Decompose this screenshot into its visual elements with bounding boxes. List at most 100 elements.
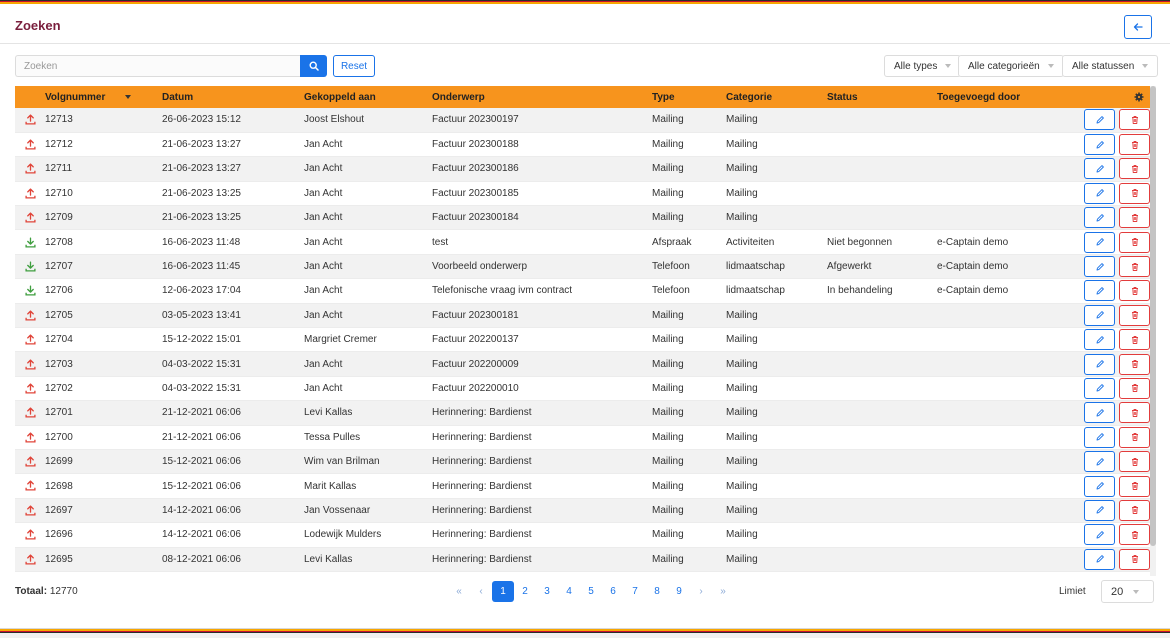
- row-toegevoegd-door: [937, 108, 1072, 132]
- page-button-6[interactable]: 6: [602, 581, 624, 602]
- column-header-toegevoegd-door[interactable]: Toegevoegd door: [937, 86, 1072, 108]
- edit-button[interactable]: [1084, 377, 1115, 399]
- page-button-9[interactable]: 9: [668, 581, 690, 602]
- edit-button[interactable]: [1084, 402, 1115, 424]
- delete-button[interactable]: [1119, 499, 1150, 521]
- edit-button[interactable]: [1084, 426, 1115, 448]
- row-status: [827, 303, 937, 327]
- column-header-gekoppeld-aan[interactable]: Gekoppeld aan: [304, 86, 432, 108]
- delete-button[interactable]: [1119, 426, 1150, 448]
- table-row[interactable]: 12705 03-05-2023 13:41 Jan Acht Factuur 202…: [15, 303, 1150, 328]
- next-page-button[interactable]: ›: [690, 581, 712, 602]
- edit-button[interactable]: [1084, 134, 1115, 156]
- edit-button[interactable]: [1084, 280, 1115, 302]
- edit-button[interactable]: [1084, 548, 1115, 570]
- delete-button[interactable]: [1119, 353, 1150, 375]
- table-row[interactable]: 12703 04-03-2022 15:31 Jan Acht Factuur 202…: [15, 351, 1150, 377]
- page-button-5[interactable]: 5: [580, 581, 602, 602]
- category-filter-select[interactable]: Alle categorieën: [958, 55, 1064, 77]
- trash-icon: [1131, 408, 1138, 417]
- edit-button[interactable]: [1084, 475, 1115, 497]
- column-header-categorie[interactable]: Categorie: [726, 86, 827, 108]
- page-button-1[interactable]: 1: [492, 581, 514, 602]
- page-button-3[interactable]: 3: [536, 581, 558, 602]
- status-filter-select[interactable]: Alle statussen: [1062, 55, 1159, 77]
- search-button[interactable]: [300, 55, 327, 77]
- page-button-7[interactable]: 7: [624, 581, 646, 602]
- delete-button[interactable]: [1119, 182, 1150, 204]
- table-row[interactable]: 12701 21-12-2021 06:06 Levi Kallas Herinner…: [15, 400, 1150, 426]
- table-row[interactable]: 12700 21-12-2021 06:06 Tessa Pulles Herinne…: [15, 425, 1150, 450]
- table-row[interactable]: 12711 21-06-2023 13:27 Jan Acht Factuur 202…: [15, 156, 1150, 182]
- row-onderwerp: Factuur 202200009: [432, 358, 519, 370]
- column-header-status[interactable]: Status: [827, 86, 937, 108]
- column-header-datum[interactable]: Datum: [162, 86, 304, 108]
- column-header-type[interactable]: Type: [652, 86, 726, 108]
- table-row[interactable]: 12707 16-06-2023 11:45 Jan Acht Voorbeeld o…: [15, 254, 1150, 279]
- table-row[interactable]: 12713 26-06-2023 15:12 Joost Elshout Factuu…: [15, 108, 1150, 133]
- delete-button[interactable]: [1119, 256, 1150, 278]
- search-input[interactable]: [15, 55, 301, 77]
- delete-button[interactable]: [1119, 475, 1150, 497]
- column-header-volgnummer[interactable]: Volgnummer: [45, 86, 162, 108]
- delete-button[interactable]: [1119, 329, 1150, 351]
- first-page-button[interactable]: «: [448, 581, 470, 602]
- delete-button[interactable]: [1119, 451, 1150, 473]
- page-button-8[interactable]: 8: [646, 581, 668, 602]
- edit-button[interactable]: [1084, 451, 1115, 473]
- delete-button[interactable]: [1119, 402, 1150, 424]
- edit-button[interactable]: [1084, 109, 1115, 131]
- reset-button[interactable]: Reset: [333, 55, 375, 77]
- back-button[interactable]: [1124, 15, 1152, 39]
- table-row[interactable]: 12697 14-12-2021 06:06 Jan Vossenaar Herinn…: [15, 498, 1150, 523]
- table-scrollbar-thumb[interactable]: [1150, 86, 1156, 546]
- prev-page-button[interactable]: ‹: [470, 581, 492, 602]
- column-settings-button[interactable]: [1072, 86, 1150, 108]
- table-row[interactable]: 12698 15-12-2021 06:06 Marit Kallas Herinne…: [15, 473, 1150, 499]
- delete-button[interactable]: [1119, 158, 1150, 180]
- delete-button[interactable]: [1119, 280, 1150, 302]
- table-row[interactable]: 12704 15-12-2022 15:01 Margriet Cremer Fact…: [15, 327, 1150, 352]
- edit-button[interactable]: [1084, 353, 1115, 375]
- edit-button[interactable]: [1084, 256, 1115, 278]
- table-row[interactable]: 12710 21-06-2023 13:25 Jan Acht Factuur 202…: [15, 181, 1150, 206]
- page-button-4[interactable]: 4: [558, 581, 580, 602]
- edit-button[interactable]: [1084, 329, 1115, 351]
- column-header-onderwerp[interactable]: Onderwerp: [432, 86, 652, 108]
- type-filter-select[interactable]: Alle types: [884, 55, 962, 77]
- table-row[interactable]: 12702 04-03-2022 15:31 Jan Acht Factuur 202…: [15, 376, 1150, 401]
- delete-button[interactable]: [1119, 207, 1150, 229]
- row-toegevoegd-door: [937, 498, 1072, 522]
- edit-button[interactable]: [1084, 231, 1115, 253]
- limit-select[interactable]: 20: [1101, 580, 1154, 603]
- table-row[interactable]: 12695 08-12-2021 06:06 Levi Kallas Herinner…: [15, 547, 1150, 572]
- table-row[interactable]: 12696 14-12-2021 06:06 Lodewijk Mulders Her…: [15, 522, 1150, 548]
- edit-button[interactable]: [1084, 304, 1115, 326]
- delete-button[interactable]: [1119, 304, 1150, 326]
- row-type: Mailing: [652, 456, 684, 468]
- delete-button[interactable]: [1119, 524, 1150, 546]
- table-row[interactable]: 12712 21-06-2023 13:27 Jan Acht Factuur 202…: [15, 132, 1150, 157]
- row-toegevoegd-door: [937, 206, 1072, 230]
- table-row[interactable]: 12709 21-06-2023 13:25 Jan Acht Factuur 202…: [15, 205, 1150, 230]
- table-row[interactable]: 12706 12-06-2023 17:04 Jan Acht Telefonisch…: [15, 278, 1150, 304]
- row-gekoppeld-aan: Tessa Pulles: [304, 431, 361, 443]
- edit-button[interactable]: [1084, 524, 1115, 546]
- edit-button[interactable]: [1084, 182, 1115, 204]
- delete-button[interactable]: [1119, 377, 1150, 399]
- row-onderwerp: Herinnering: Bardienst: [432, 456, 532, 468]
- edit-button[interactable]: [1084, 158, 1115, 180]
- table-row[interactable]: 12708 16-06-2023 11:48 Jan Acht test Afspraa…: [15, 229, 1150, 255]
- delete-button[interactable]: [1119, 109, 1150, 131]
- edit-button[interactable]: [1084, 499, 1115, 521]
- edit-button[interactable]: [1084, 207, 1115, 229]
- row-datum: 26-06-2023 15:12: [162, 114, 241, 126]
- delete-button[interactable]: [1119, 134, 1150, 156]
- table-row[interactable]: 12699 15-12-2021 06:06 Wim van Brilman Heri…: [15, 449, 1150, 474]
- page-button-2[interactable]: 2: [514, 581, 536, 602]
- delete-button[interactable]: [1119, 231, 1150, 253]
- last-page-button[interactable]: »: [712, 581, 734, 602]
- delete-button[interactable]: [1119, 548, 1150, 570]
- pencil-icon: [1096, 189, 1104, 197]
- row-type: Mailing: [652, 529, 684, 541]
